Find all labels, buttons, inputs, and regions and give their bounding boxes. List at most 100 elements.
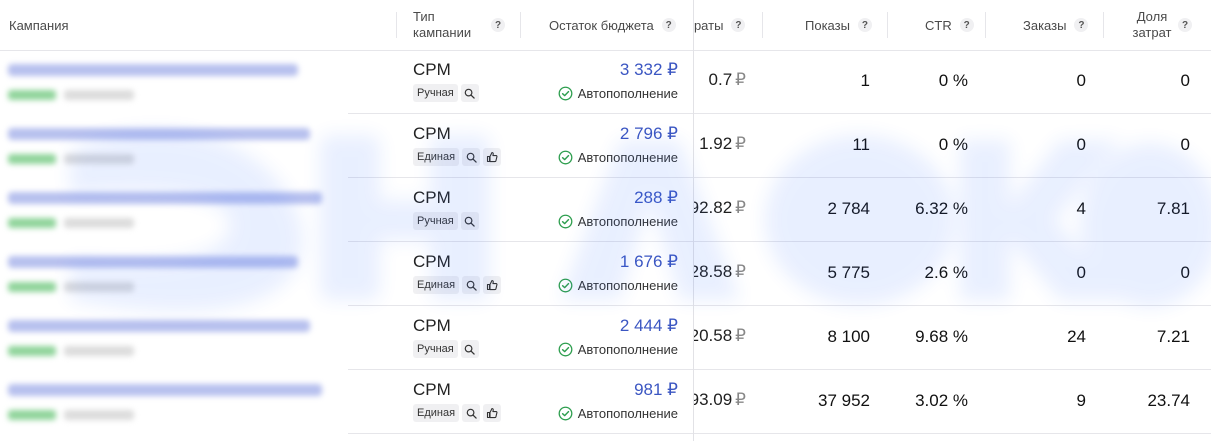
search-icon[interactable] (462, 404, 481, 422)
campaign-type: CPM Ручная (413, 316, 479, 358)
header-campaign[interactable]: Кампания (9, 0, 69, 50)
blurred-status-text (64, 410, 134, 420)
budget-cell: 288 ₽ Автопополнение (540, 188, 678, 229)
ctr-value: 2.6 % (924, 263, 968, 282)
orders-value: 9 (1076, 391, 1086, 410)
spend-value: 28.58 ₽ (694, 262, 746, 282)
orders-value: 0 (1076, 263, 1086, 282)
search-icon[interactable] (460, 84, 479, 102)
header-type[interactable]: Тип кампании ? (413, 0, 508, 50)
help-icon[interactable]: ? (731, 18, 746, 32)
campaign-type-label: CPM (413, 124, 451, 143)
ctr-value: 0 % (938, 135, 968, 154)
header-divider (762, 12, 763, 38)
auto-topup-status: Автопополнение (540, 278, 678, 293)
help-icon[interactable]: ? (491, 18, 505, 32)
campaign-name-blurred[interactable] (8, 62, 338, 106)
header-divider (985, 12, 986, 38)
ctr-value: 6.32 % (915, 199, 968, 218)
blurred-status-badge (8, 410, 56, 420)
table-row: CPM Ручная 2 444 ₽ Автопополнение 20.58 ₽8 10… (0, 306, 1211, 370)
views-value: 1 (860, 71, 870, 90)
search-icon[interactable] (460, 212, 479, 230)
header-views[interactable]: Показы ? (805, 0, 872, 50)
check-circle-icon (558, 214, 573, 229)
campaign-type: CPM Ручная (413, 60, 479, 102)
header-divider (396, 12, 397, 38)
budget-amount-link[interactable]: 2 444 ₽ (540, 316, 678, 336)
header-spend[interactable]: траты ? (694, 0, 760, 50)
blurred-status-line (8, 90, 338, 100)
auto-topup-label: Автопополнение (577, 86, 678, 101)
thumbs-up-icon[interactable] (483, 276, 502, 294)
header-spend-label: траты (694, 17, 724, 33)
table-row: CPM Единая 2 796 ₽ Автопополнение 1.92 ₽11 0 %… (0, 114, 1211, 178)
bid-type-tag: Ручная (413, 340, 458, 358)
orders-value: 24 (1067, 327, 1086, 346)
table-header: Кампания Тип кампании ? Остаток бюджета … (0, 0, 1211, 51)
table-row: CPM Единая 981 ₽ Автопополнение 93.09 ₽37 952… (0, 370, 1211, 434)
auto-topup-label: Автопополнение (577, 406, 678, 421)
blurred-status-text (64, 90, 134, 100)
ctr-value: 0 % (938, 71, 968, 90)
blurred-name-line (8, 384, 322, 396)
blurred-status-line (8, 410, 338, 420)
thumbs-up-icon[interactable] (483, 148, 502, 166)
ctr-value: 9.68 % (915, 327, 968, 346)
campaign-name-blurred[interactable] (8, 254, 338, 298)
budget-amount-link[interactable]: 3 332 ₽ (540, 60, 678, 80)
bid-tags: Ручная (413, 84, 479, 102)
spend-cell: 20.58 ₽ (694, 306, 760, 370)
search-icon[interactable] (462, 276, 481, 294)
check-circle-icon (558, 278, 573, 293)
header-orders[interactable]: Заказы ? (1023, 0, 1089, 50)
thumbs-up-icon[interactable] (483, 404, 502, 422)
blurred-name-line (8, 64, 298, 76)
check-circle-icon (558, 342, 573, 357)
spend-share-value: 23.74 (1147, 391, 1190, 410)
bid-type-tag: Ручная (413, 212, 458, 230)
budget-amount-link[interactable]: 1 676 ₽ (540, 252, 678, 272)
campaign-type: CPM Ручная (413, 188, 479, 230)
budget-amount-link[interactable]: 981 ₽ (540, 380, 678, 400)
search-icon[interactable] (460, 340, 479, 358)
header-divider (1103, 12, 1104, 38)
spend-share-value: 7.21 (1156, 327, 1190, 346)
campaign-type-label: CPM (413, 380, 451, 399)
help-icon[interactable]: ? (857, 18, 872, 32)
header-divider (520, 12, 521, 38)
budget-amount-link[interactable]: 288 ₽ (540, 188, 678, 208)
spend-number: 20.58 (694, 326, 733, 345)
help-icon[interactable]: ? (959, 18, 974, 32)
spend-cell: 93.09 ₽ (694, 370, 760, 434)
spend-cell: 0.7 ₽ (694, 50, 760, 114)
currency-sign: ₽ (735, 262, 746, 281)
views-value: 5 775 (827, 263, 870, 282)
spend-share-value: 0 (1180, 263, 1190, 282)
campaign-type: CPM Единая (413, 124, 502, 166)
budget-amount-link[interactable]: 2 796 ₽ (540, 124, 678, 144)
header-share[interactable]: Доля затрат ? (1128, 0, 1192, 50)
bid-tags: Ручная (413, 340, 479, 358)
campaign-type-label: CPM (413, 60, 451, 79)
frozen-column-divider (693, 0, 694, 441)
header-budget[interactable]: Остаток бюджета ? (549, 0, 676, 50)
campaign-name-blurred[interactable] (8, 126, 338, 170)
blurred-name-line (8, 320, 310, 332)
help-icon[interactable]: ? (661, 18, 676, 32)
spend-share-value: 0 (1180, 71, 1190, 90)
views-value: 2 784 (827, 199, 870, 218)
campaign-name-blurred[interactable] (8, 318, 338, 362)
header-share-label: Доля затрат (1132, 9, 1172, 40)
help-icon[interactable]: ? (1074, 18, 1089, 32)
auto-topup-status: Автопополнение (540, 86, 678, 101)
campaign-name-blurred[interactable] (8, 382, 338, 426)
budget-cell: 2 796 ₽ Автопополнение (540, 124, 678, 165)
help-icon[interactable]: ? (1178, 18, 1192, 32)
campaign-name-blurred[interactable] (8, 190, 338, 234)
search-icon[interactable] (462, 148, 481, 166)
blurred-status-badge (8, 90, 56, 100)
blurred-status-text (64, 218, 134, 228)
header-ctr[interactable]: CTR ? (925, 0, 974, 50)
spend-cell: 28.58 ₽ (694, 242, 760, 306)
